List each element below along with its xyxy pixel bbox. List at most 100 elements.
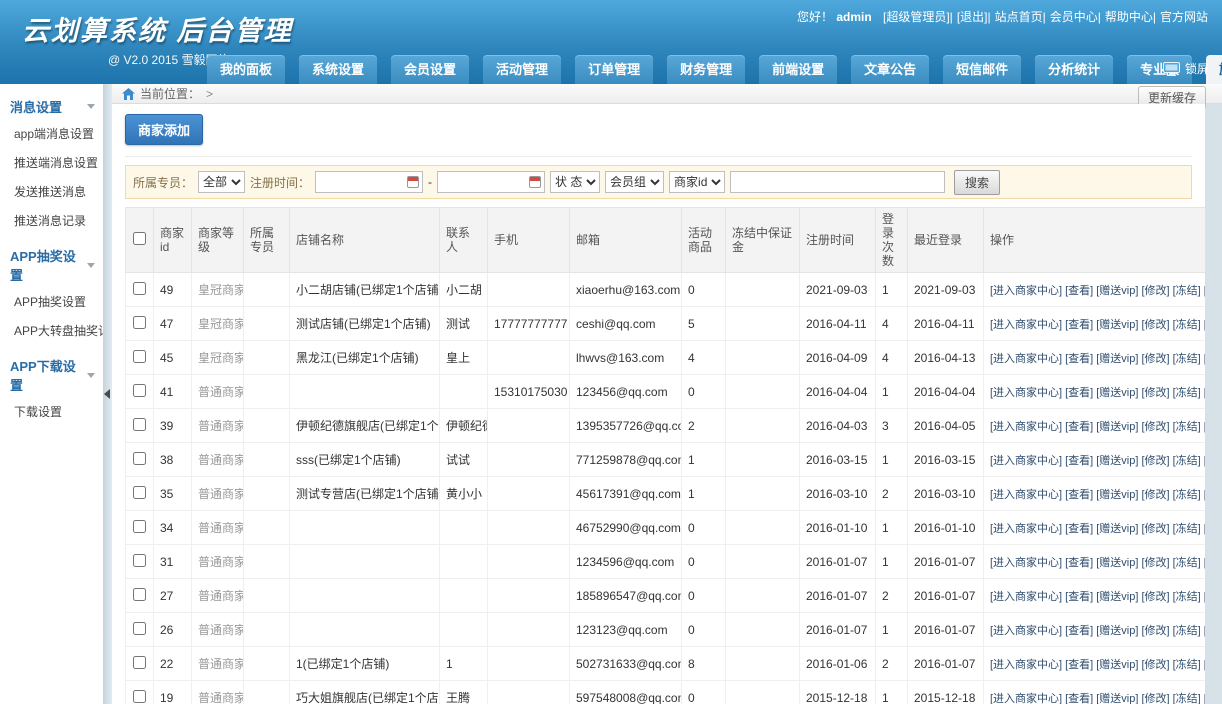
op-link[interactable]: [账户明细] — [1204, 285, 1205, 297]
user-link[interactable]: 帮助中心| — [1105, 10, 1156, 24]
op-link[interactable]: [修改] — [1141, 285, 1169, 297]
op-link[interactable]: [查看] — [1065, 455, 1093, 467]
op-link[interactable]: [修改] — [1141, 557, 1169, 569]
row-checkbox[interactable] — [133, 350, 146, 363]
sidebar-item[interactable]: app端消息设置 — [8, 119, 97, 148]
op-link[interactable]: [账户明细] — [1204, 421, 1205, 433]
op-link[interactable]: [账户明细] — [1204, 523, 1205, 535]
op-link[interactable]: [查看] — [1065, 489, 1093, 501]
sidebar-group-header[interactable]: 消息设置 — [8, 94, 97, 119]
op-link[interactable]: [账户明细] — [1204, 489, 1205, 501]
sidebar-item[interactable]: 推送端消息设置 — [8, 148, 97, 177]
op-link[interactable]: [冻结] — [1173, 557, 1201, 569]
op-link[interactable]: [冻结] — [1173, 625, 1201, 637]
nav-tab[interactable]: 前端设置 — [759, 55, 837, 84]
op-link[interactable]: [进入商家中心] — [990, 523, 1062, 535]
op-link[interactable]: [查看] — [1065, 625, 1093, 637]
op-link[interactable]: [进入商家中心] — [990, 455, 1062, 467]
row-checkbox[interactable] — [133, 384, 146, 397]
op-link[interactable]: [冻结] — [1173, 319, 1201, 331]
op-link[interactable]: [赠送vip] — [1096, 557, 1138, 569]
op-link[interactable]: [赠送vip] — [1096, 591, 1138, 603]
row-checkbox[interactable] — [133, 282, 146, 295]
op-link[interactable]: [账户明细] — [1204, 625, 1205, 637]
nav-tab[interactable]: 订单管理 — [575, 55, 653, 84]
op-link[interactable]: [查看] — [1065, 591, 1093, 603]
user-link[interactable]: [退出]| — [957, 10, 991, 24]
op-link[interactable]: [修改] — [1141, 659, 1169, 671]
op-link[interactable]: [进入商家中心] — [990, 353, 1062, 365]
agent-select[interactable]: 全部 — [198, 171, 245, 193]
calendar-icon[interactable] — [407, 176, 419, 188]
member-group-select[interactable]: 会员组 — [605, 171, 664, 193]
op-link[interactable]: [修改] — [1141, 421, 1169, 433]
op-link[interactable]: [进入商家中心] — [990, 387, 1062, 399]
nav-tab[interactable]: 系统设置 — [299, 55, 377, 84]
op-link[interactable]: [赠送vip] — [1096, 659, 1138, 671]
op-link[interactable]: [修改] — [1141, 489, 1169, 501]
row-checkbox[interactable] — [133, 418, 146, 431]
op-link[interactable]: [冻结] — [1173, 659, 1201, 671]
op-link[interactable]: [冻结] — [1173, 489, 1201, 501]
op-link[interactable]: [进入商家中心] — [990, 591, 1062, 603]
status-select[interactable]: 状 态 — [550, 171, 600, 193]
op-link[interactable]: [冻结] — [1173, 455, 1201, 467]
op-link[interactable]: [账户明细] — [1204, 693, 1205, 704]
op-link[interactable]: [修改] — [1141, 319, 1169, 331]
op-link[interactable]: [查看] — [1065, 421, 1093, 433]
op-link[interactable]: [进入商家中心] — [990, 557, 1062, 569]
op-link[interactable]: [修改] — [1141, 387, 1169, 399]
op-link[interactable]: [查看] — [1065, 387, 1093, 399]
op-link[interactable]: [账户明细] — [1204, 455, 1205, 467]
row-checkbox[interactable] — [133, 588, 146, 601]
sidebar-item[interactable]: 推送消息记录 — [8, 206, 97, 235]
row-checkbox[interactable] — [133, 316, 146, 329]
row-checkbox[interactable] — [133, 622, 146, 635]
user-link[interactable]: 官方网站 — [1160, 10, 1208, 24]
collapse-sidebar-arrow-icon[interactable] — [104, 389, 110, 399]
op-link[interactable]: [查看] — [1065, 693, 1093, 704]
op-link[interactable]: [修改] — [1141, 523, 1169, 535]
op-link[interactable]: [进入商家中心] — [990, 659, 1062, 671]
op-link[interactable]: [进入商家中心] — [990, 421, 1062, 433]
op-link[interactable]: [赠送vip] — [1096, 285, 1138, 297]
keyword-input[interactable] — [730, 171, 945, 193]
op-link[interactable]: [冻结] — [1173, 353, 1201, 365]
op-link[interactable]: [冻结] — [1173, 285, 1201, 297]
nav-tab[interactable]: 财务管理 — [667, 55, 745, 84]
op-link[interactable]: [查看] — [1065, 523, 1093, 535]
op-link[interactable]: [进入商家中心] — [990, 319, 1062, 331]
op-link[interactable]: [冻结] — [1173, 523, 1201, 535]
op-link[interactable]: [冻结] — [1173, 591, 1201, 603]
nav-tab[interactable]: 活动管理 — [483, 55, 561, 84]
op-link[interactable]: [账户明细] — [1204, 557, 1205, 569]
op-link[interactable]: [进入商家中心] — [990, 625, 1062, 637]
op-link[interactable]: [账户明细] — [1204, 319, 1205, 331]
search-field-select[interactable]: 商家id — [669, 171, 725, 193]
user-link[interactable]: 站点首页| — [995, 10, 1046, 24]
sidebar-item[interactable]: 发送推送消息 — [8, 177, 97, 206]
op-link[interactable]: [赠送vip] — [1096, 319, 1138, 331]
op-link[interactable]: [账户明细] — [1204, 591, 1205, 603]
op-link[interactable]: [账户明细] — [1204, 659, 1205, 671]
add-merchant-button[interactable]: 商家添加 — [125, 114, 203, 145]
op-link[interactable]: [赠送vip] — [1096, 387, 1138, 399]
op-link[interactable]: [冻结] — [1173, 387, 1201, 399]
op-link[interactable]: [进入商家中心] — [990, 285, 1062, 297]
op-link[interactable]: [进入商家中心] — [990, 489, 1062, 501]
sidebar-item[interactable]: 下载设置 — [8, 397, 97, 426]
op-link[interactable]: [账户明细] — [1204, 387, 1205, 399]
sidebar-group-header[interactable]: APP抽奖设置 — [8, 243, 97, 287]
row-checkbox[interactable] — [133, 452, 146, 465]
op-link[interactable]: [账户明细] — [1204, 353, 1205, 365]
op-link[interactable]: [进入商家中心] — [990, 693, 1062, 704]
user-link[interactable]: [超级管理员]| — [883, 10, 953, 24]
nav-tab[interactable]: 短信邮件 — [943, 55, 1021, 84]
op-link[interactable]: [查看] — [1065, 659, 1093, 671]
sidebar-item[interactable]: APP抽奖设置 — [8, 287, 97, 316]
op-link[interactable]: [修改] — [1141, 693, 1169, 704]
op-link[interactable]: [修改] — [1141, 625, 1169, 637]
op-link[interactable]: [赠送vip] — [1096, 693, 1138, 704]
op-link[interactable]: [修改] — [1141, 455, 1169, 467]
op-link[interactable]: [修改] — [1141, 591, 1169, 603]
